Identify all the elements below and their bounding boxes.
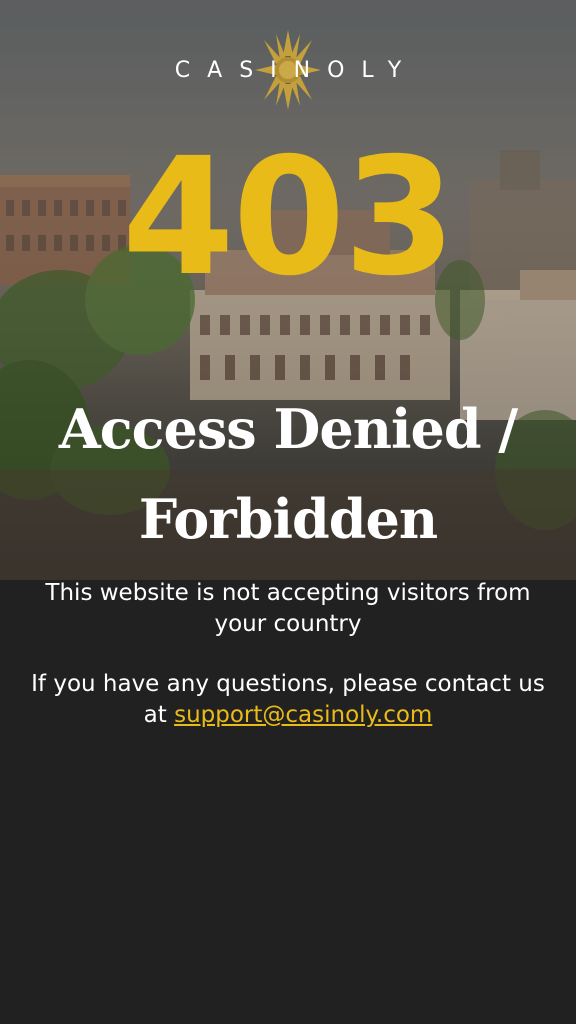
brand-logo[interactable]: CASINOLY [0, 30, 576, 110]
error-code: 403 [121, 124, 456, 312]
page-title: Access Denied / Forbidden [58, 397, 518, 551]
error-message: This website is not accepting visitors f… [45, 580, 531, 637]
support-email-link[interactable]: support@casinoly.com [174, 702, 432, 728]
contact-message: If you have any questions, please contac… [20, 669, 556, 731]
brand-name: CASINOLY [174, 57, 419, 83]
